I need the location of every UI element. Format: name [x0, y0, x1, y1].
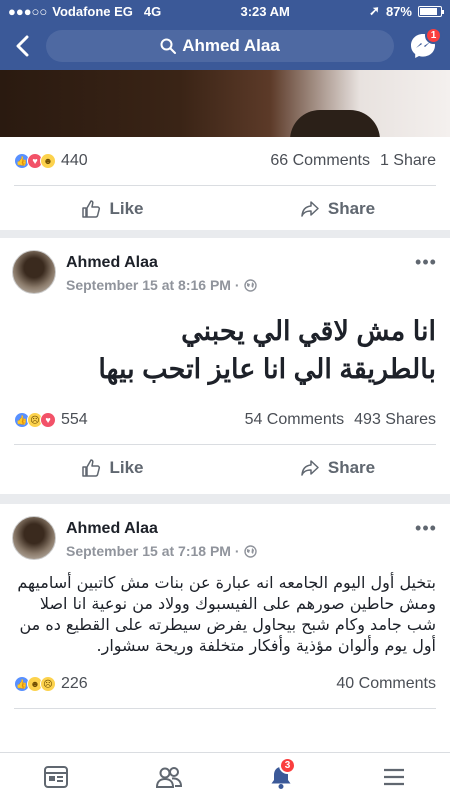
reactions-summary[interactable]: 👍 ♥ ☻ 440: [14, 152, 88, 170]
post-3-counts: 40 Comments: [336, 675, 436, 693]
battery-fill: [419, 7, 438, 15]
globe-icon: [243, 544, 257, 558]
signal-icon: ●●●○○: [8, 3, 48, 19]
messenger-button[interactable]: 1: [406, 27, 442, 63]
reactions-summary[interactable]: 👍 ☹ ♥ 554: [14, 411, 88, 429]
thumbs-up-icon: [82, 200, 101, 218]
haha-reaction-icon: ☻: [40, 153, 56, 169]
sad-reaction-icon: ☹: [40, 676, 56, 692]
post-3-text: بتخيل أول اليوم الجامعه انه عبارة عن بنا…: [17, 573, 436, 655]
post-2-counts: 54 Comments 493 Shares: [245, 411, 436, 429]
tab-notifications[interactable]: 3: [225, 753, 338, 800]
share-label: Share: [327, 199, 376, 218]
author-name[interactable]: Ahmed Alaa: [66, 254, 404, 272]
network-label: 4G: [143, 3, 162, 19]
location-arrow-icon: ➚: [369, 3, 380, 18]
battery-icon: [417, 5, 444, 17]
post-2-stats: 👍 ☹ ♥ 554 54 Comments 493 Shares: [0, 396, 450, 444]
carrier-label: Vodafone EG: [52, 3, 133, 19]
photo-detail: [290, 110, 380, 140]
share-button[interactable]: Share: [225, 458, 450, 478]
post-photo[interactable]: [0, 70, 450, 140]
search-box[interactable]: Ahmed Alaa: [46, 30, 394, 62]
back-button[interactable]: [10, 30, 34, 62]
post-1-stats: 👍 ♥ ☻ 440 66 Comments 1 Share: [0, 137, 450, 185]
share-label: Share: [327, 458, 376, 477]
post-2-actions: Like Share: [0, 445, 450, 491]
notifications-badge: 3: [279, 756, 296, 774]
tab-friends[interactable]: [113, 753, 226, 800]
chevron-left-icon: [16, 35, 29, 57]
hamburger-menu-icon: [383, 768, 404, 785]
comments-count[interactable]: 40 Comments: [336, 675, 436, 693]
tab-news-feed[interactable]: [0, 753, 113, 800]
post-3-header: Ahmed Alaa September 15 at 7:18 PM · •••: [0, 504, 450, 568]
top-header: ●●●○○ Vodafone EG 4G 3:23 AM ➚ 87% Ahmed…: [0, 0, 450, 70]
clock: 3:23 AM: [240, 3, 290, 19]
thumbs-up-icon: [82, 459, 101, 477]
author-name[interactable]: Ahmed Alaa: [66, 520, 404, 538]
status-bar: ●●●○○ Vodafone EG 4G 3:23 AM ➚ 87%: [0, 0, 450, 22]
divider: [14, 708, 436, 709]
bottom-tab-bar: 3: [0, 752, 450, 800]
post-1-footer: 👍 ♥ ☻ 440 66 Comments 1 Share Like Share: [0, 137, 450, 230]
post-timestamp[interactable]: September 15 at 8:16 PM ·: [66, 277, 404, 293]
post-timestamp[interactable]: September 15 at 7:18 PM ·: [66, 543, 404, 559]
timestamp-text: September 15 at 8:16 PM ·: [66, 277, 240, 293]
status-left: ●●●○○ Vodafone EG 4G: [8, 4, 161, 19]
search-query: Ahmed Alaa: [182, 36, 280, 55]
comments-count[interactable]: 66 Comments: [270, 152, 370, 170]
post-3-author-block: Ahmed Alaa September 15 at 7:18 PM ·: [66, 516, 404, 559]
comments-count[interactable]: 54 Comments: [245, 411, 345, 429]
post-2: Ahmed Alaa September 15 at 8:16 PM · •••…: [0, 238, 450, 494]
like-label: Like: [109, 199, 144, 218]
reaction-count: 554: [61, 411, 88, 428]
like-label: Like: [109, 458, 144, 477]
like-button[interactable]: Like: [0, 458, 225, 478]
post-3: Ahmed Alaa September 15 at 7:18 PM · •••…: [0, 504, 450, 752]
post-2-header: Ahmed Alaa September 15 at 8:16 PM · •••: [0, 238, 450, 302]
more-options-icon[interactable]: •••: [414, 518, 438, 538]
more-options-icon[interactable]: •••: [414, 252, 438, 272]
friends-icon: [155, 766, 182, 788]
timestamp-text: September 15 at 7:18 PM ·: [66, 543, 240, 559]
post-3-stats: 👍 ☻ ☹ 226 40 Comments: [0, 660, 450, 708]
like-button[interactable]: Like: [0, 199, 225, 219]
search-icon: [160, 38, 177, 54]
post-2-text: انا مش لاقي الي يحبني بالطريقة الي انا ع…: [0, 302, 450, 388]
love-reaction-icon: ♥: [40, 412, 56, 428]
tab-menu[interactable]: [338, 753, 450, 800]
share-arrow-icon: [301, 201, 319, 217]
nav-row: Ahmed Alaa 1: [0, 22, 450, 70]
post-text-line: انا مش لاقي الي يحبني: [181, 316, 436, 346]
reaction-count: 440: [61, 152, 88, 169]
messenger-badge: 1: [425, 27, 442, 44]
post-2-author-block: Ahmed Alaa September 15 at 8:16 PM ·: [66, 250, 404, 293]
status-right: ➚ 87%: [369, 3, 444, 19]
share-button[interactable]: Share: [225, 199, 450, 219]
shares-count[interactable]: 493 Shares: [354, 411, 436, 429]
reactions-summary[interactable]: 👍 ☻ ☹ 226: [14, 675, 88, 693]
battery-percent: 87%: [385, 3, 412, 19]
post-text-line: بالطريقة الي انا عايز اتحب بيها: [98, 354, 436, 384]
avatar[interactable]: [12, 516, 56, 560]
post-1-actions: Like Share: [0, 186, 450, 232]
globe-icon: [243, 278, 257, 292]
avatar[interactable]: [12, 250, 56, 294]
shares-count[interactable]: 1 Share: [380, 152, 436, 170]
share-arrow-icon: [301, 460, 319, 476]
news-feed-icon: [44, 765, 69, 788]
post-1-counts: 66 Comments 1 Share: [270, 152, 436, 170]
reaction-count: 226: [61, 675, 88, 692]
